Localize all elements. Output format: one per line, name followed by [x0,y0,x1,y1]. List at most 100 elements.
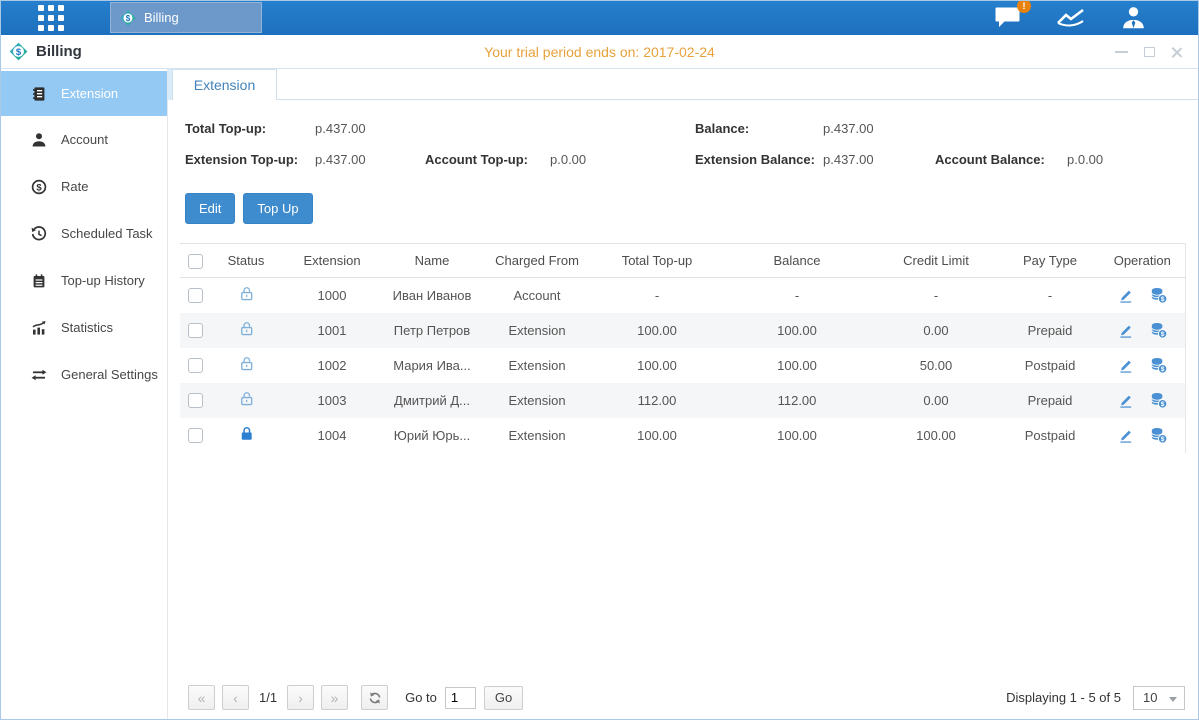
user-account-icon[interactable] [1120,5,1147,31]
extension-topup-value: p.437.00 [315,152,425,167]
cell-total-topup: - [592,278,722,313]
row-checkbox[interactable] [188,288,203,303]
sidebar-item-account[interactable]: Account [0,116,167,163]
account-balance-label: Account Balance: [935,152,1067,167]
select-all-checkbox[interactable] [188,254,203,269]
sidebar-item-label: Scheduled Task [61,226,153,241]
col-extension: Extension [282,244,382,278]
sliders-icon [30,367,48,383]
last-page-button[interactable]: » [321,685,348,710]
extension-table: Status Extension Name Charged From Total… [180,243,1186,453]
lock-status-icon[interactable] [238,390,255,407]
top-up-button[interactable]: Top Up [243,193,312,224]
maximize-button[interactable] [1144,47,1155,57]
cell-extension: 1004 [282,418,382,453]
cell-credit-limit: 50.00 [872,348,1000,383]
cell-name: Юрий Юрь... [382,418,482,453]
edit-button[interactable]: Edit [185,193,235,224]
cell-name: Дмитрий Д... [382,383,482,418]
edit-icon[interactable] [1117,392,1134,409]
top-up-coins-icon[interactable]: $ [1149,391,1168,409]
cell-pay-type: Postpaid [1000,348,1100,383]
row-checkbox[interactable] [188,323,203,338]
cell-balance: 100.00 [722,313,872,348]
sidebar-item-topup-history[interactable]: Top-up History [0,257,167,304]
svg-text:$: $ [1160,296,1164,303]
billing-diamond-icon: $ [120,10,136,26]
sidebar-item-label: Statistics [61,320,113,335]
cell-extension: 1003 [282,383,382,418]
top-up-coins-icon[interactable]: $ [1149,356,1168,374]
sidebar-item-extension[interactable]: Extension [0,71,167,116]
clock-history-icon [30,226,48,242]
cell-name: Иван Иванов [382,278,482,313]
sidebar: Extension Account $ Rate Scheduled Task … [0,69,168,720]
extension-book-icon [30,86,48,102]
svg-text:$: $ [1160,331,1164,338]
cell-charged-from: Extension [482,418,592,453]
edit-icon[interactable] [1117,287,1134,304]
table-row: 1003 Дмитрий Д... Extension 112.00 112.0… [180,383,1185,418]
lock-status-icon[interactable] [238,285,255,302]
cell-pay-type: - [1000,278,1100,313]
first-page-button[interactable]: « [188,685,215,710]
chevron-down-icon [1169,697,1177,702]
refresh-button[interactable] [361,685,388,710]
app-launcher-grid-icon[interactable] [38,5,66,31]
table-header-row: Status Extension Name Charged From Total… [180,244,1185,278]
cell-balance: 100.00 [722,348,872,383]
taskbar-tab-billing[interactable]: $ Billing [110,2,262,33]
top-up-coins-icon[interactable]: $ [1149,426,1168,444]
sidebar-item-statistics[interactable]: Statistics [0,304,167,351]
row-checkbox[interactable] [188,358,203,373]
col-pay-type: Pay Type [1000,244,1100,278]
col-total-topup: Total Top-up [592,244,722,278]
prev-page-button[interactable]: ‹ [222,685,249,710]
extension-balance-value: p.437.00 [823,152,935,167]
row-checkbox[interactable] [188,393,203,408]
cell-credit-limit: 0.00 [872,383,1000,418]
cell-name: Петр Петров [382,313,482,348]
close-button[interactable] [1171,46,1183,58]
sidebar-item-rate[interactable]: $ Rate [0,163,167,210]
page-size-select[interactable]: 10 [1133,686,1185,710]
cell-balance: 100.00 [722,418,872,453]
table-row: 1004 Юрий Юрь... Extension 100.00 100.00… [180,418,1185,453]
tab-extension[interactable]: Extension [172,69,277,100]
cell-total-topup: 112.00 [592,383,722,418]
col-name: Name [382,244,482,278]
window-title-bar: $ Billing Your trial period ends on: 201… [0,35,1199,69]
cell-total-topup: 100.00 [592,348,722,383]
messages-icon[interactable]: ! [994,5,1022,30]
cell-balance: - [722,278,872,313]
goto-page-input[interactable] [445,687,476,709]
next-page-button[interactable]: › [287,685,314,710]
cell-credit-limit: 100.00 [872,418,1000,453]
account-topup-label: Account Top-up: [425,152,550,167]
edit-icon[interactable] [1117,427,1134,444]
col-status: Status [210,244,282,278]
svg-text:$: $ [1160,366,1164,373]
row-checkbox[interactable] [188,428,203,443]
go-button[interactable]: Go [484,686,523,710]
cell-total-topup: 100.00 [592,418,722,453]
edit-icon[interactable] [1117,357,1134,374]
minimize-button[interactable] [1115,51,1128,53]
edit-icon[interactable] [1117,322,1134,339]
cell-charged-from: Extension [482,383,592,418]
svg-text:$: $ [1160,401,1164,408]
table-row: 1002 Мария Ива... Extension 100.00 100.0… [180,348,1185,383]
notification-badge: ! [1017,0,1031,13]
sidebar-item-general-settings[interactable]: General Settings [0,351,167,398]
total-topup-value: p.437.00 [315,121,425,136]
top-up-coins-icon[interactable]: $ [1149,321,1168,339]
statistics-chart-icon[interactable] [1056,6,1086,30]
cell-credit-limit: 0.00 [872,313,1000,348]
total-topup-label: Total Top-up: [185,121,315,136]
sidebar-item-scheduled-task[interactable]: Scheduled Task [0,210,167,257]
lock-status-icon[interactable] [238,320,255,337]
lock-status-icon[interactable] [238,425,255,442]
lock-status-icon[interactable] [238,355,255,372]
top-up-coins-icon[interactable]: $ [1149,286,1168,304]
pagination-bar: « ‹ 1/1 › » Go to Go Displaying 1 - 5 of… [188,685,1185,710]
